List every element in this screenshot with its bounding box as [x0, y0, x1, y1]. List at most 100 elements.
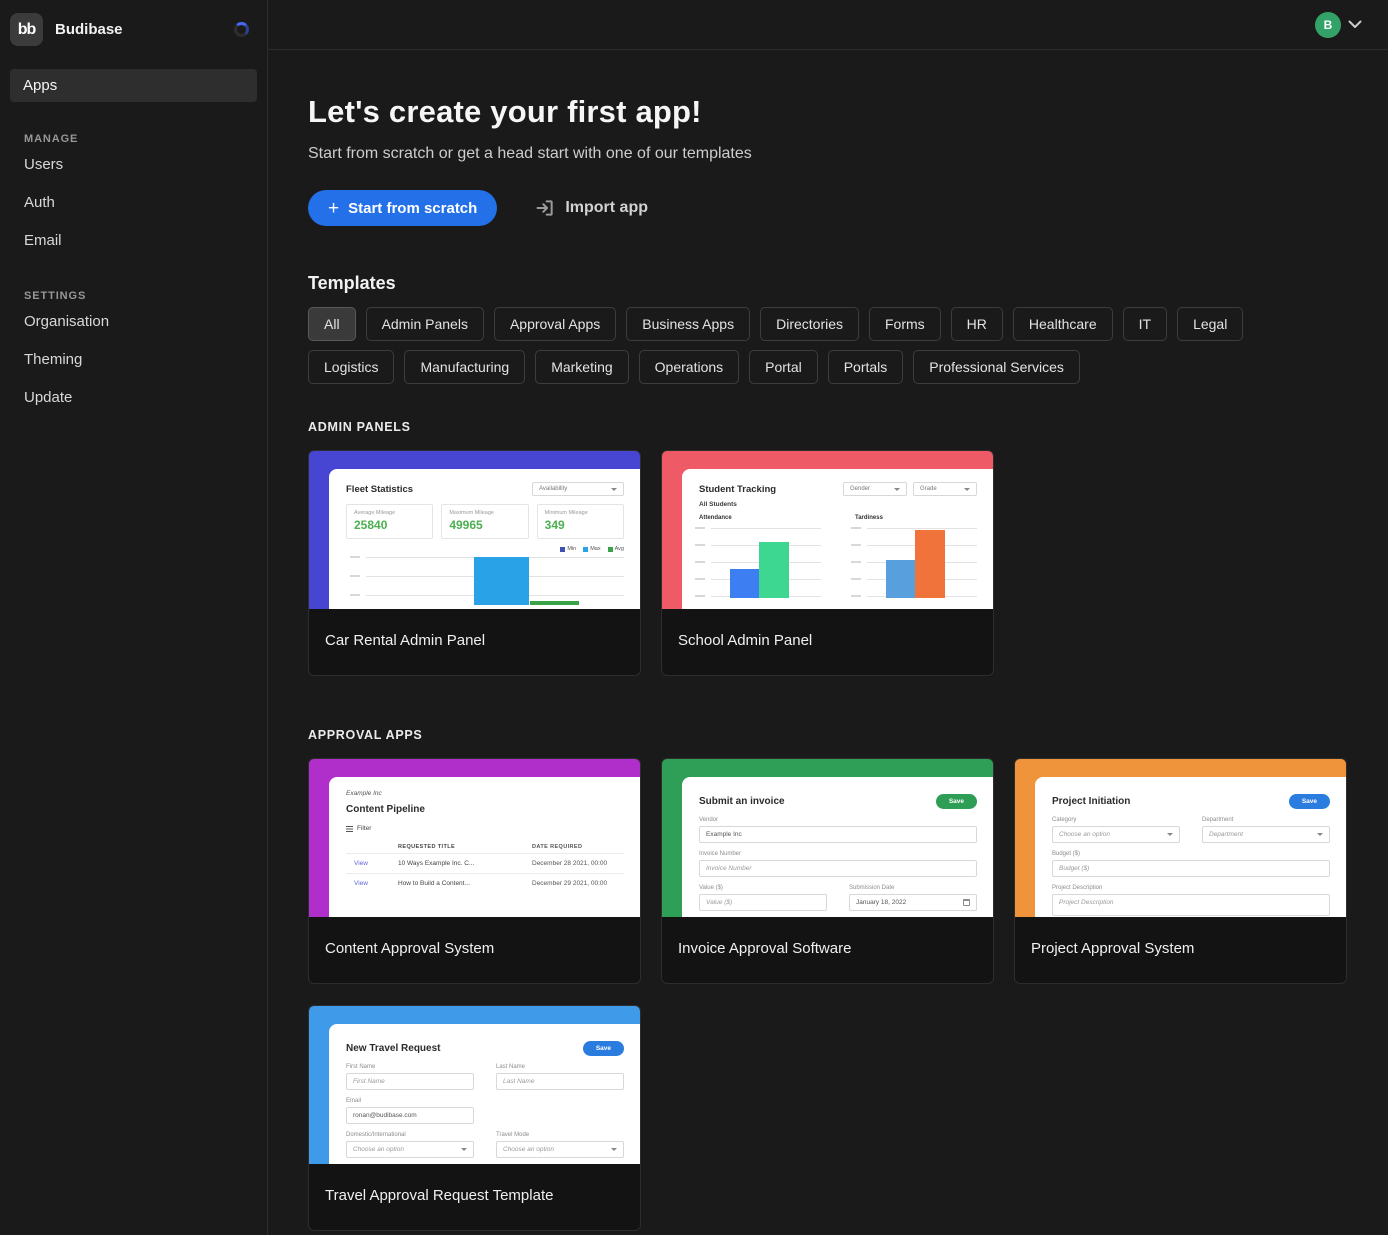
mini-table-row: View How to Build a Content... December …: [346, 873, 624, 893]
mini-invoice-number-input: Invoice Number: [699, 860, 977, 877]
filter-chip-all[interactable]: All: [308, 307, 356, 341]
sidebar-item-theming[interactable]: Theming: [0, 340, 267, 378]
filter-chip-portal[interactable]: Portal: [749, 350, 818, 384]
mini-availability-label: Availability: [539, 486, 567, 492]
mini-bar-blue: [474, 557, 528, 605]
caret-down-icon: [964, 488, 970, 491]
mini-bar-green: [530, 601, 579, 605]
school-mini-ui: Student Tracking Gender Grade: [682, 469, 993, 609]
filter-chip-logistics[interactable]: Logistics: [308, 350, 394, 384]
start-from-scratch-label: Start from scratch: [348, 200, 477, 217]
import-app-label: Import app: [565, 199, 648, 217]
mini-submission-date-input: January 18, 2022: [849, 894, 977, 911]
travel-mini-ui: New Travel Request Save First Name First…: [329, 1024, 640, 1164]
sidebar: bb Budibase Apps MANAGE Users Auth Email…: [0, 0, 268, 1235]
mini-travel-mode-select: Choose an option: [496, 1141, 624, 1158]
mini-stat-label: Average Mileage: [354, 510, 425, 516]
mini-save-button: Save: [583, 1041, 624, 1056]
mini-student-tracking-title: Student Tracking: [699, 484, 776, 495]
mini-all-students-label: All Students: [699, 501, 977, 508]
filter-chip-manufacturing[interactable]: Manufacturing: [404, 350, 525, 384]
mini-bar-blue: [730, 569, 760, 598]
calendar-icon: [963, 899, 970, 906]
sidebar-item-email[interactable]: Email: [0, 221, 267, 259]
mini-company-label: Example Inc: [346, 790, 624, 797]
filter-chip-directories[interactable]: Directories: [760, 307, 859, 341]
mini-tardiness-chart: Tardiness: [855, 515, 977, 598]
sidebar-section-manage: MANAGE: [0, 102, 267, 145]
car-rental-mini-ui: Fleet Statistics Availability Average Mi…: [329, 469, 640, 609]
mini-department-label: Department: [1202, 817, 1330, 823]
mini-chart-legend: Min Max Avg: [346, 546, 624, 552]
card-title-content-approval: Content Approval System: [309, 917, 640, 983]
plus-icon: +: [328, 199, 339, 218]
template-card-invoice-approval[interactable]: Submit an invoice Save Vendor Example In…: [661, 758, 994, 984]
filter-chip-portals[interactable]: Portals: [828, 350, 904, 384]
template-card-travel-approval[interactable]: New Travel Request Save First Name First…: [308, 1005, 641, 1231]
mini-grade-select: Grade: [913, 482, 977, 496]
mini-value-input: Value ($): [699, 894, 827, 911]
filter-chip-operations[interactable]: Operations: [639, 350, 739, 384]
approval-apps-cards: Example Inc Content Pipeline Filter Requ…: [308, 758, 1353, 1231]
mini-stat-label: Maximum Mileage: [449, 510, 520, 516]
sidebar-item-apps[interactable]: Apps: [10, 69, 257, 102]
mini-table-row: View 10 Ways Example Inc. C... December …: [346, 853, 624, 873]
page-title: Let's create your first app!: [308, 94, 1348, 130]
hero-actions: + Start from scratch Import app: [308, 190, 1348, 226]
mini-stat-value: 25840: [354, 518, 425, 532]
sidebar-item-auth[interactable]: Auth: [0, 183, 267, 221]
filter-chip-marketing[interactable]: Marketing: [535, 350, 628, 384]
template-card-car-rental[interactable]: Fleet Statistics Availability Average Mi…: [308, 450, 641, 676]
mini-project-description-label: Project Description: [1052, 885, 1330, 891]
topbar: B: [268, 0, 1388, 50]
mini-email-input: ronan@budibase.com: [346, 1107, 474, 1124]
sidebar-item-update[interactable]: Update: [0, 378, 267, 416]
start-from-scratch-button[interactable]: + Start from scratch: [308, 190, 497, 226]
mini-gender-select: Gender: [843, 482, 907, 496]
mini-vendor-label: Vendor: [699, 817, 977, 823]
filter-chip-healthcare[interactable]: Healthcare: [1013, 307, 1113, 341]
page-subtitle: Start from scratch or get a head start w…: [308, 145, 1348, 163]
mini-save-button: Save: [1289, 794, 1330, 809]
mini-domestic-label: Domestic/International: [346, 1132, 474, 1138]
mini-email-label: Email: [346, 1098, 474, 1104]
travel-approval-thumbnail: New Travel Request Save First Name First…: [309, 1006, 640, 1164]
mini-last-name-label: Last Name: [496, 1064, 624, 1070]
filter-chip-approval-apps[interactable]: Approval Apps: [494, 307, 616, 341]
mini-category-label: Category: [1052, 817, 1180, 823]
template-card-school[interactable]: Student Tracking Gender Grade: [661, 450, 994, 676]
filter-chip-hr[interactable]: HR: [951, 307, 1003, 341]
caret-down-icon: [611, 488, 617, 491]
mini-filter-button: Filter: [346, 825, 624, 832]
mini-first-name-input: First Name: [346, 1073, 474, 1090]
mini-vendor-input: Example Inc: [699, 826, 977, 843]
school-thumbnail: Student Tracking Gender Grade: [662, 451, 993, 609]
filter-chip-it[interactable]: IT: [1123, 307, 1167, 341]
template-card-project-approval[interactable]: Project Initiation Save Category Choose …: [1014, 758, 1347, 984]
admin-panels-cards: Fleet Statistics Availability Average Mi…: [308, 450, 1353, 676]
mini-project-initiation-title: Project Initiation: [1052, 796, 1130, 807]
invoice-approval-thumbnail: Submit an invoice Save Vendor Example In…: [662, 759, 993, 917]
mini-budget-input: Budget ($): [1052, 860, 1330, 877]
filter-chip-forms[interactable]: Forms: [869, 307, 941, 341]
sidebar-item-users[interactable]: Users: [0, 145, 267, 183]
mini-bar-chart: [366, 557, 624, 603]
import-app-button[interactable]: Import app: [535, 198, 648, 218]
filter-chip-business-apps[interactable]: Business Apps: [626, 307, 750, 341]
filter-chip-professional-services[interactable]: Professional Services: [913, 350, 1080, 384]
filter-chip-legal[interactable]: Legal: [1177, 307, 1243, 341]
mini-school-charts: Attendance: [699, 515, 977, 598]
user-menu-chevron-down-icon[interactable]: [1348, 20, 1362, 29]
caret-down-icon: [1167, 833, 1173, 836]
mini-availability-select: Availability: [532, 482, 624, 496]
sidebar-section-settings: SETTINGS: [0, 259, 267, 302]
filter-chip-admin-panels[interactable]: Admin Panels: [366, 307, 484, 341]
mini-budget-label: Budget ($): [1052, 851, 1330, 857]
import-icon: [535, 198, 555, 218]
template-card-content-approval[interactable]: Example Inc Content Pipeline Filter Requ…: [308, 758, 641, 984]
mini-value-label: Value ($): [699, 885, 827, 891]
mini-domestic-select: Choose an option: [346, 1141, 474, 1158]
user-avatar[interactable]: B: [1315, 12, 1341, 38]
sidebar-item-organisation[interactable]: Organisation: [0, 302, 267, 340]
card-title-car-rental: Car Rental Admin Panel: [309, 609, 640, 675]
